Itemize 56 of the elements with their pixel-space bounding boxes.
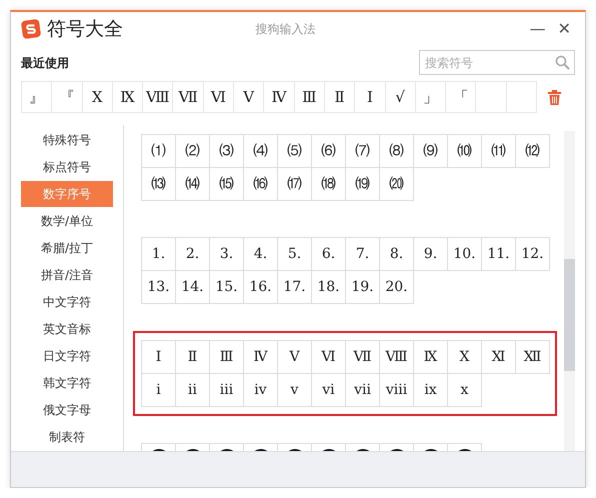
close-button[interactable]: ✕: [552, 21, 577, 37]
window-title: 符号大全: [47, 16, 123, 42]
symbol-cell[interactable]: Ⅴ: [233, 81, 264, 113]
symbol-cell[interactable]: Ⅺ: [481, 340, 516, 374]
symbol-cell[interactable]: 20.: [379, 270, 414, 304]
symbol-cell[interactable]: ⑴: [141, 134, 176, 168]
category-item[interactable]: 英文音标: [21, 316, 113, 342]
symbol-cell[interactable]: 13.: [141, 270, 176, 304]
symbol-cell[interactable]: 10.: [447, 237, 482, 271]
symbol-cell[interactable]: 」: [414, 81, 446, 113]
symbol-cell[interactable]: ⒀: [141, 167, 176, 201]
category-item[interactable]: 数学/单位: [21, 208, 113, 234]
section-label: 最近使用: [21, 54, 69, 72]
category-item[interactable]: 中文字符: [21, 289, 113, 315]
symbol-cell[interactable]: Ⅲ: [294, 81, 325, 113]
symbol-cell[interactable]: Ⅶ: [172, 81, 204, 113]
symbol-cell[interactable]: 9.: [413, 237, 448, 271]
symbol-cell[interactable]: Ⅰ: [141, 340, 176, 374]
symbol-cell[interactable]: Ⅵ: [202, 81, 234, 113]
symbol-cell[interactable]: ⅰ: [141, 373, 176, 407]
symbol-cell[interactable]: Ⅹ: [82, 81, 113, 113]
minimize-button[interactable]: —: [524, 21, 552, 37]
category-item[interactable]: 日文字符: [21, 343, 113, 369]
trash-icon[interactable]: [548, 90, 562, 106]
symbol-cell[interactable]: Ⅷ: [142, 81, 174, 113]
category-item[interactable]: 希腊/拉丁: [21, 235, 113, 261]
symbol-cell[interactable]: ⑿: [515, 134, 550, 168]
category-item[interactable]: 特殊符号: [21, 127, 113, 153]
category-item[interactable]: 制表符: [21, 424, 113, 450]
symbol-cell[interactable]: ⒇: [379, 167, 414, 201]
search-field[interactable]: 搜索符号: [419, 50, 575, 75]
symbol-cell[interactable]: Ⅸ: [112, 81, 144, 113]
category-item[interactable]: 标点符号: [21, 154, 113, 180]
category-item[interactable]: 拼音/注音: [21, 262, 113, 288]
symbol-cell[interactable]: Ⅳ: [263, 81, 295, 113]
category-item[interactable]: 俄文字母: [21, 397, 113, 423]
symbol-cell[interactable]: ⑾: [481, 134, 516, 168]
symbol-cell[interactable]: ⑼: [413, 134, 448, 168]
symbol-cell[interactable]: 12.: [515, 237, 550, 271]
app-name: 搜狗输入法: [255, 21, 316, 38]
logo-icon: [21, 19, 41, 39]
symbol-cell[interactable]: ⑽: [447, 134, 482, 168]
search-icon: [555, 55, 570, 70]
symbol-cell[interactable]: Ⅱ: [324, 81, 356, 113]
symbol-cell[interactable]: ⅹ: [447, 373, 482, 407]
symbol-cell[interactable]: 1.: [141, 237, 176, 271]
symbol-cell[interactable]: Ⅻ: [515, 340, 550, 374]
symbol-cell[interactable]: 「: [445, 81, 476, 113]
symbol-cell[interactable]: 11.: [481, 237, 516, 271]
scrollbar-thumb[interactable]: [564, 259, 575, 371]
symbol-cell[interactable]: Ⅰ: [354, 81, 386, 113]
symbol-cell[interactable]: 『: [51, 81, 83, 113]
symbol-cell[interactable]: 』: [21, 81, 52, 113]
scrollbar[interactable]: [564, 131, 575, 451]
symbol-cell[interactable]: √: [384, 81, 416, 113]
category-item[interactable]: 韩文字符: [21, 370, 113, 396]
